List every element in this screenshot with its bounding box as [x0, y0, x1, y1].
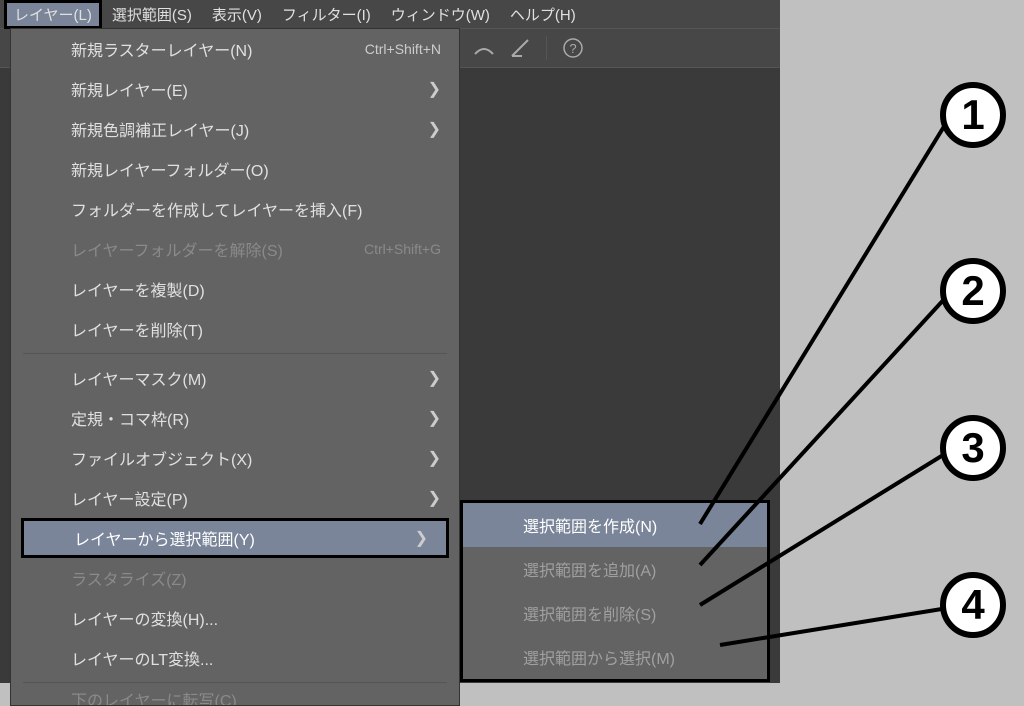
chevron-right-icon: ❯: [415, 528, 428, 548]
menu-new-layer[interactable]: 新規レイヤー(E) ❯: [11, 69, 459, 109]
chevron-right-icon: ❯: [428, 408, 441, 428]
menu-rasterize: ラスタライズ(Z): [11, 558, 459, 598]
menu-label: レイヤーの変換(H)...: [71, 606, 218, 630]
menu-selection[interactable]: 選択範囲(S): [102, 0, 202, 29]
callout-4: 4: [940, 572, 1006, 638]
menu-label: レイヤーから選択範囲(Y): [74, 526, 255, 550]
menu-label: ラスタライズ(Z): [71, 566, 187, 590]
menu-label: 下のレイヤーに転写(C): [71, 687, 237, 705]
callout-2: 2: [940, 258, 1006, 324]
menu-label: フォルダーを作成してレイヤーを挿入(F): [71, 197, 362, 221]
chevron-right-icon: ❯: [428, 79, 441, 99]
menu-duplicate-layer[interactable]: レイヤーを複製(D): [11, 269, 459, 309]
menu-release-folder: レイヤーフォルダーを解除(S) Ctrl+Shift+G: [11, 229, 459, 269]
help-icon[interactable]: ?: [559, 34, 587, 62]
menu-new-tone-layer[interactable]: 新規色調補正レイヤー(J) ❯: [11, 109, 459, 149]
menu-label: ファイルオブジェクト(X): [71, 446, 252, 470]
layer-dropdown-menu: 新規ラスターレイヤー(N) Ctrl+Shift+N 新規レイヤー(E) ❯ 新…: [10, 28, 460, 706]
menu-convert-layer[interactable]: レイヤーの変換(H)...: [11, 598, 459, 638]
menu-label: 定規・コマ枠(R): [71, 406, 189, 430]
menu-window[interactable]: ウィンドウ(W): [381, 0, 500, 29]
menu-label: 新規レイヤー(E): [71, 77, 188, 101]
callout-number: 3: [961, 424, 984, 472]
menu-label: 新規ラスターレイヤー(N): [71, 37, 252, 61]
chevron-right-icon: ❯: [428, 488, 441, 508]
menu-new-raster-layer[interactable]: 新規ラスターレイヤー(N) Ctrl+Shift+N: [11, 29, 459, 69]
submenu-label: 選択範囲から選択(M): [523, 651, 675, 668]
menu-label: レイヤーのLT変換...: [71, 646, 213, 670]
menu-label: レイヤーフォルダーを解除(S): [71, 237, 283, 261]
submenu-delete-selection[interactable]: 選択範囲を削除(S): [463, 591, 767, 635]
menu-layer-to-selection[interactable]: レイヤーから選択範囲(Y) ❯: [21, 518, 449, 558]
menu-lt-convert[interactable]: レイヤーのLT変換...: [11, 638, 459, 678]
tool-icon-1[interactable]: [470, 34, 498, 62]
callout-number: 2: [961, 267, 984, 315]
menu-label: レイヤーを削除(T): [71, 317, 203, 341]
toolbar-separator: [546, 36, 547, 60]
menu-shortcut: Ctrl+Shift+G: [364, 241, 441, 257]
menu-ruler-frame[interactable]: 定規・コマ枠(R) ❯: [11, 398, 459, 438]
menu-filter[interactable]: フィルター(I): [272, 0, 381, 29]
callout-1: 1: [940, 82, 1006, 148]
menu-label: 新規色調補正レイヤー(J): [71, 117, 249, 141]
menu-label: 新規レイヤーフォルダー(O): [71, 157, 269, 181]
svg-text:?: ?: [569, 41, 576, 56]
menu-bar: レイヤー(L) 選択範囲(S) 表示(V) フィルター(I) ウィンドウ(W) …: [0, 0, 780, 28]
submenu-label: 選択範囲を作成(N): [523, 519, 657, 536]
submenu-from-selection[interactable]: 選択範囲から選択(M): [463, 635, 767, 679]
menu-separator: [23, 353, 447, 354]
menu-layer-settings[interactable]: レイヤー設定(P) ❯: [11, 478, 459, 518]
menu-shortcut: Ctrl+Shift+N: [365, 41, 441, 57]
callout-number: 4: [961, 581, 984, 629]
menu-help[interactable]: ヘルプ(H): [500, 0, 586, 29]
tool-icon-2[interactable]: [506, 34, 534, 62]
selection-submenu: 選択範囲を作成(N) 選択範囲を追加(A) 選択範囲を削除(S) 選択範囲から選…: [460, 500, 770, 682]
callout-number: 1: [961, 91, 984, 139]
menu-create-folder-insert[interactable]: フォルダーを作成してレイヤーを挿入(F): [11, 189, 459, 229]
menu-bottom-transfer: 下のレイヤーに転写(C): [11, 687, 459, 705]
menu-view[interactable]: 表示(V): [202, 0, 272, 29]
menu-new-folder[interactable]: 新規レイヤーフォルダー(O): [11, 149, 459, 189]
menu-label: レイヤーマスク(M): [71, 366, 207, 390]
submenu-create-selection[interactable]: 選択範囲を作成(N): [463, 503, 767, 547]
submenu-add-selection[interactable]: 選択範囲を追加(A): [463, 547, 767, 591]
menu-layer-mask[interactable]: レイヤーマスク(M) ❯: [11, 358, 459, 398]
chevron-right-icon: ❯: [428, 448, 441, 468]
menu-file-object[interactable]: ファイルオブジェクト(X) ❯: [11, 438, 459, 478]
callout-3: 3: [940, 415, 1006, 481]
menu-delete-layer[interactable]: レイヤーを削除(T): [11, 309, 459, 349]
chevron-right-icon: ❯: [428, 119, 441, 139]
chevron-right-icon: ❯: [428, 368, 441, 388]
submenu-label: 選択範囲を追加(A): [523, 563, 656, 580]
menu-label: レイヤー設定(P): [71, 486, 188, 510]
menu-label: レイヤーを複製(D): [71, 277, 205, 301]
submenu-label: 選択範囲を削除(S): [523, 607, 656, 624]
menu-layer[interactable]: レイヤー(L): [4, 0, 102, 29]
